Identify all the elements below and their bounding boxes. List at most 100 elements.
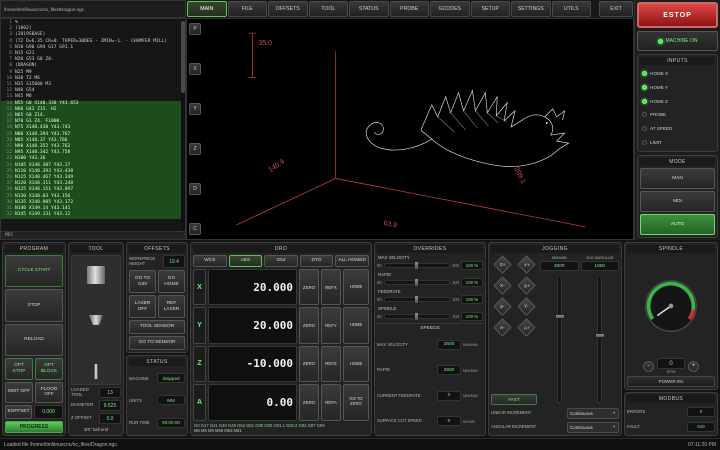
- offsets-button[interactable]: LASER OFF: [129, 295, 156, 318]
- jog-a-minus-button[interactable]: A-: [493, 318, 511, 336]
- opt-stop-button[interactable]: OPT STOP: [5, 358, 33, 379]
- menu-tab[interactable]: MAIN: [187, 1, 227, 17]
- jog-pad: Z+ Y+ X- X+ Z- Y- A- A+ FAST: [491, 255, 537, 405]
- offsets-button[interactable]: GO HOME: [158, 270, 185, 293]
- menu-tab[interactable]: GCODES: [430, 1, 470, 17]
- mode-auto-button[interactable]: AUTO: [640, 214, 715, 235]
- axis-zero-button[interactable]: ZERO: [299, 384, 319, 420]
- flood-button[interactable]: FLOOD OFF: [35, 382, 63, 403]
- jog-x-minus-button[interactable]: X-: [493, 276, 511, 294]
- dro-panel: DRO WCS ABS G54 DTG ALL HOMED X: [190, 242, 372, 436]
- bottom-panels: PROGRAM CYCLE START STOP RELOAD OPT STOP…: [0, 240, 720, 438]
- linear-increment-select[interactable]: Continuous ▼: [567, 408, 619, 419]
- axis-zero-button[interactable]: ZERO: [299, 269, 319, 305]
- axis-ref-button[interactable]: REFZ: [321, 346, 341, 382]
- toolpath-preview[interactable]: P X Y Z D C: [186, 18, 634, 240]
- menu-tab[interactable]: TOOL: [309, 1, 349, 17]
- view-button[interactable]: C: [189, 223, 201, 235]
- exit-button[interactable]: EXIT: [599, 1, 633, 17]
- offsets-button[interactable]: REF LASER: [158, 295, 185, 318]
- spindle-plus-button[interactable]: +: [688, 361, 699, 372]
- view-button[interactable]: Z: [189, 143, 201, 155]
- mdi-tab[interactable]: MDI: [1, 231, 185, 239]
- estop-button[interactable]: ESTOP: [637, 2, 718, 28]
- axis-ref-button[interactable]: REFY: [321, 307, 341, 343]
- override-slider[interactable]: [384, 263, 451, 268]
- menu-tab[interactable]: SETUP: [471, 1, 511, 17]
- angular-increment-select[interactable]: Continuous ▼: [567, 422, 619, 433]
- offsets-wide-button[interactable]: TOOL SENSOR: [129, 320, 185, 334]
- axis-zero-button[interactable]: ZERO: [299, 307, 319, 343]
- dim-top: 35.0: [258, 40, 272, 47]
- dro-header-button[interactable]: ABS: [229, 255, 263, 267]
- machine-on-button[interactable]: MACHINE ON: [637, 31, 718, 51]
- menu-tab[interactable]: OFFSETS: [268, 1, 308, 17]
- speed-row: MAX VELOCITY 3600 MM/MIN: [377, 333, 483, 357]
- machine-on-label: MACHINE ON: [666, 38, 698, 44]
- eoffset-button[interactable]: EOFFSET: [5, 405, 32, 419]
- dro-header-button[interactable]: G54: [264, 255, 298, 267]
- override-slider[interactable]: [384, 314, 451, 319]
- jog-x-plus-button[interactable]: X+: [517, 276, 535, 294]
- status-bar: Loaded file /home/tim/linuxcnc/nc_files/…: [0, 438, 720, 450]
- axis-home-button[interactable]: HOME: [343, 269, 369, 305]
- mode-mdi-button[interactable]: MDI: [640, 191, 715, 212]
- axis-home-button[interactable]: HOME: [343, 307, 369, 343]
- clock: 07:11:20 PM: [688, 442, 716, 448]
- jog-fast-button[interactable]: FAST: [491, 394, 537, 405]
- menu-tab[interactable]: SETTINGS: [511, 1, 551, 17]
- override-slider[interactable]: [384, 297, 451, 302]
- axis-ref-button[interactable]: REFX: [321, 269, 341, 305]
- gcode-viewer[interactable]: 1 % 2 (1002) 3 (2019SBASE) 4 (T2 D=6.35 …: [0, 18, 186, 240]
- input-led-icon: [642, 99, 647, 104]
- slider-knob[interactable]: [414, 312, 419, 321]
- dro-header-button[interactable]: WCS: [193, 255, 227, 267]
- dro-header-button[interactable]: DTG: [300, 255, 334, 267]
- speed-unit: MM/MIN: [463, 342, 483, 347]
- gcode-scrollbar-thumb[interactable]: [181, 21, 185, 93]
- mode-man-button[interactable]: MAN: [640, 168, 715, 189]
- axis-home-button[interactable]: GO TO ZERO: [343, 384, 369, 420]
- axis-ref-button[interactable]: REFA: [321, 384, 341, 420]
- axis-home-button[interactable]: HOME: [343, 346, 369, 382]
- linear-rate-slider[interactable]: [557, 275, 562, 403]
- view-button[interactable]: Y: [189, 103, 201, 115]
- override-slider[interactable]: [384, 280, 451, 285]
- tool-collet-shape: [89, 315, 103, 325]
- slider-knob[interactable]: [414, 295, 419, 304]
- jog-a-plus-button[interactable]: A+: [517, 318, 535, 336]
- jog-y-plus-button[interactable]: Y+: [517, 255, 535, 273]
- speed-row: RAPID 3600 MM/MIN: [377, 359, 483, 383]
- tool-holder-shape: [87, 266, 105, 284]
- jog-z-plus-button[interactable]: Z+: [493, 255, 511, 273]
- offsets-wide-button[interactable]: GO TO SENSOR: [129, 336, 185, 350]
- offsets-button[interactable]: GO TO G30: [129, 270, 156, 293]
- gcode-line[interactable]: 32 N145 X149.131 Y43.12: [1, 212, 185, 218]
- menu-tab[interactable]: UTILS: [552, 1, 592, 17]
- slider-knob[interactable]: [414, 278, 419, 287]
- dro-header-button[interactable]: ALL HOMED: [335, 255, 369, 267]
- view-button[interactable]: P: [189, 23, 201, 35]
- view-button[interactable]: X: [189, 63, 201, 75]
- slider-knob[interactable]: [414, 261, 419, 270]
- menu-tab[interactable]: PROBE: [390, 1, 430, 17]
- axis-zero-button[interactable]: ZERO: [299, 346, 319, 382]
- cycle-start-button[interactable]: CYCLE START: [5, 255, 63, 287]
- loaded-file-tab[interactable]: /home/tim/linuxcnc/nc_files/Dragon.ngc: [0, 0, 186, 18]
- angular-rate-slider[interactable]: [597, 275, 602, 403]
- slider-max: 100: [452, 297, 459, 302]
- linear-slider-knob[interactable]: [555, 314, 565, 319]
- angular-slider-knob[interactable]: [595, 333, 605, 338]
- mist-button[interactable]: MIST OFF: [5, 382, 33, 403]
- spindle-minus-button[interactable]: -: [643, 361, 654, 372]
- menu-tab[interactable]: STATUS: [349, 1, 389, 17]
- gcode-scrollbar[interactable]: [181, 19, 185, 231]
- view-button[interactable]: D: [189, 183, 201, 195]
- stop-button[interactable]: STOP: [5, 289, 63, 321]
- jog-y-minus-button[interactable]: Y-: [517, 297, 535, 315]
- opt-block-button[interactable]: OPT BLOCK: [35, 358, 63, 379]
- input-led-icon: [642, 85, 647, 90]
- menu-tab[interactable]: FILE: [228, 1, 268, 17]
- jog-z-minus-button[interactable]: Z-: [493, 297, 511, 315]
- reload-button[interactable]: RELOAD: [5, 324, 63, 356]
